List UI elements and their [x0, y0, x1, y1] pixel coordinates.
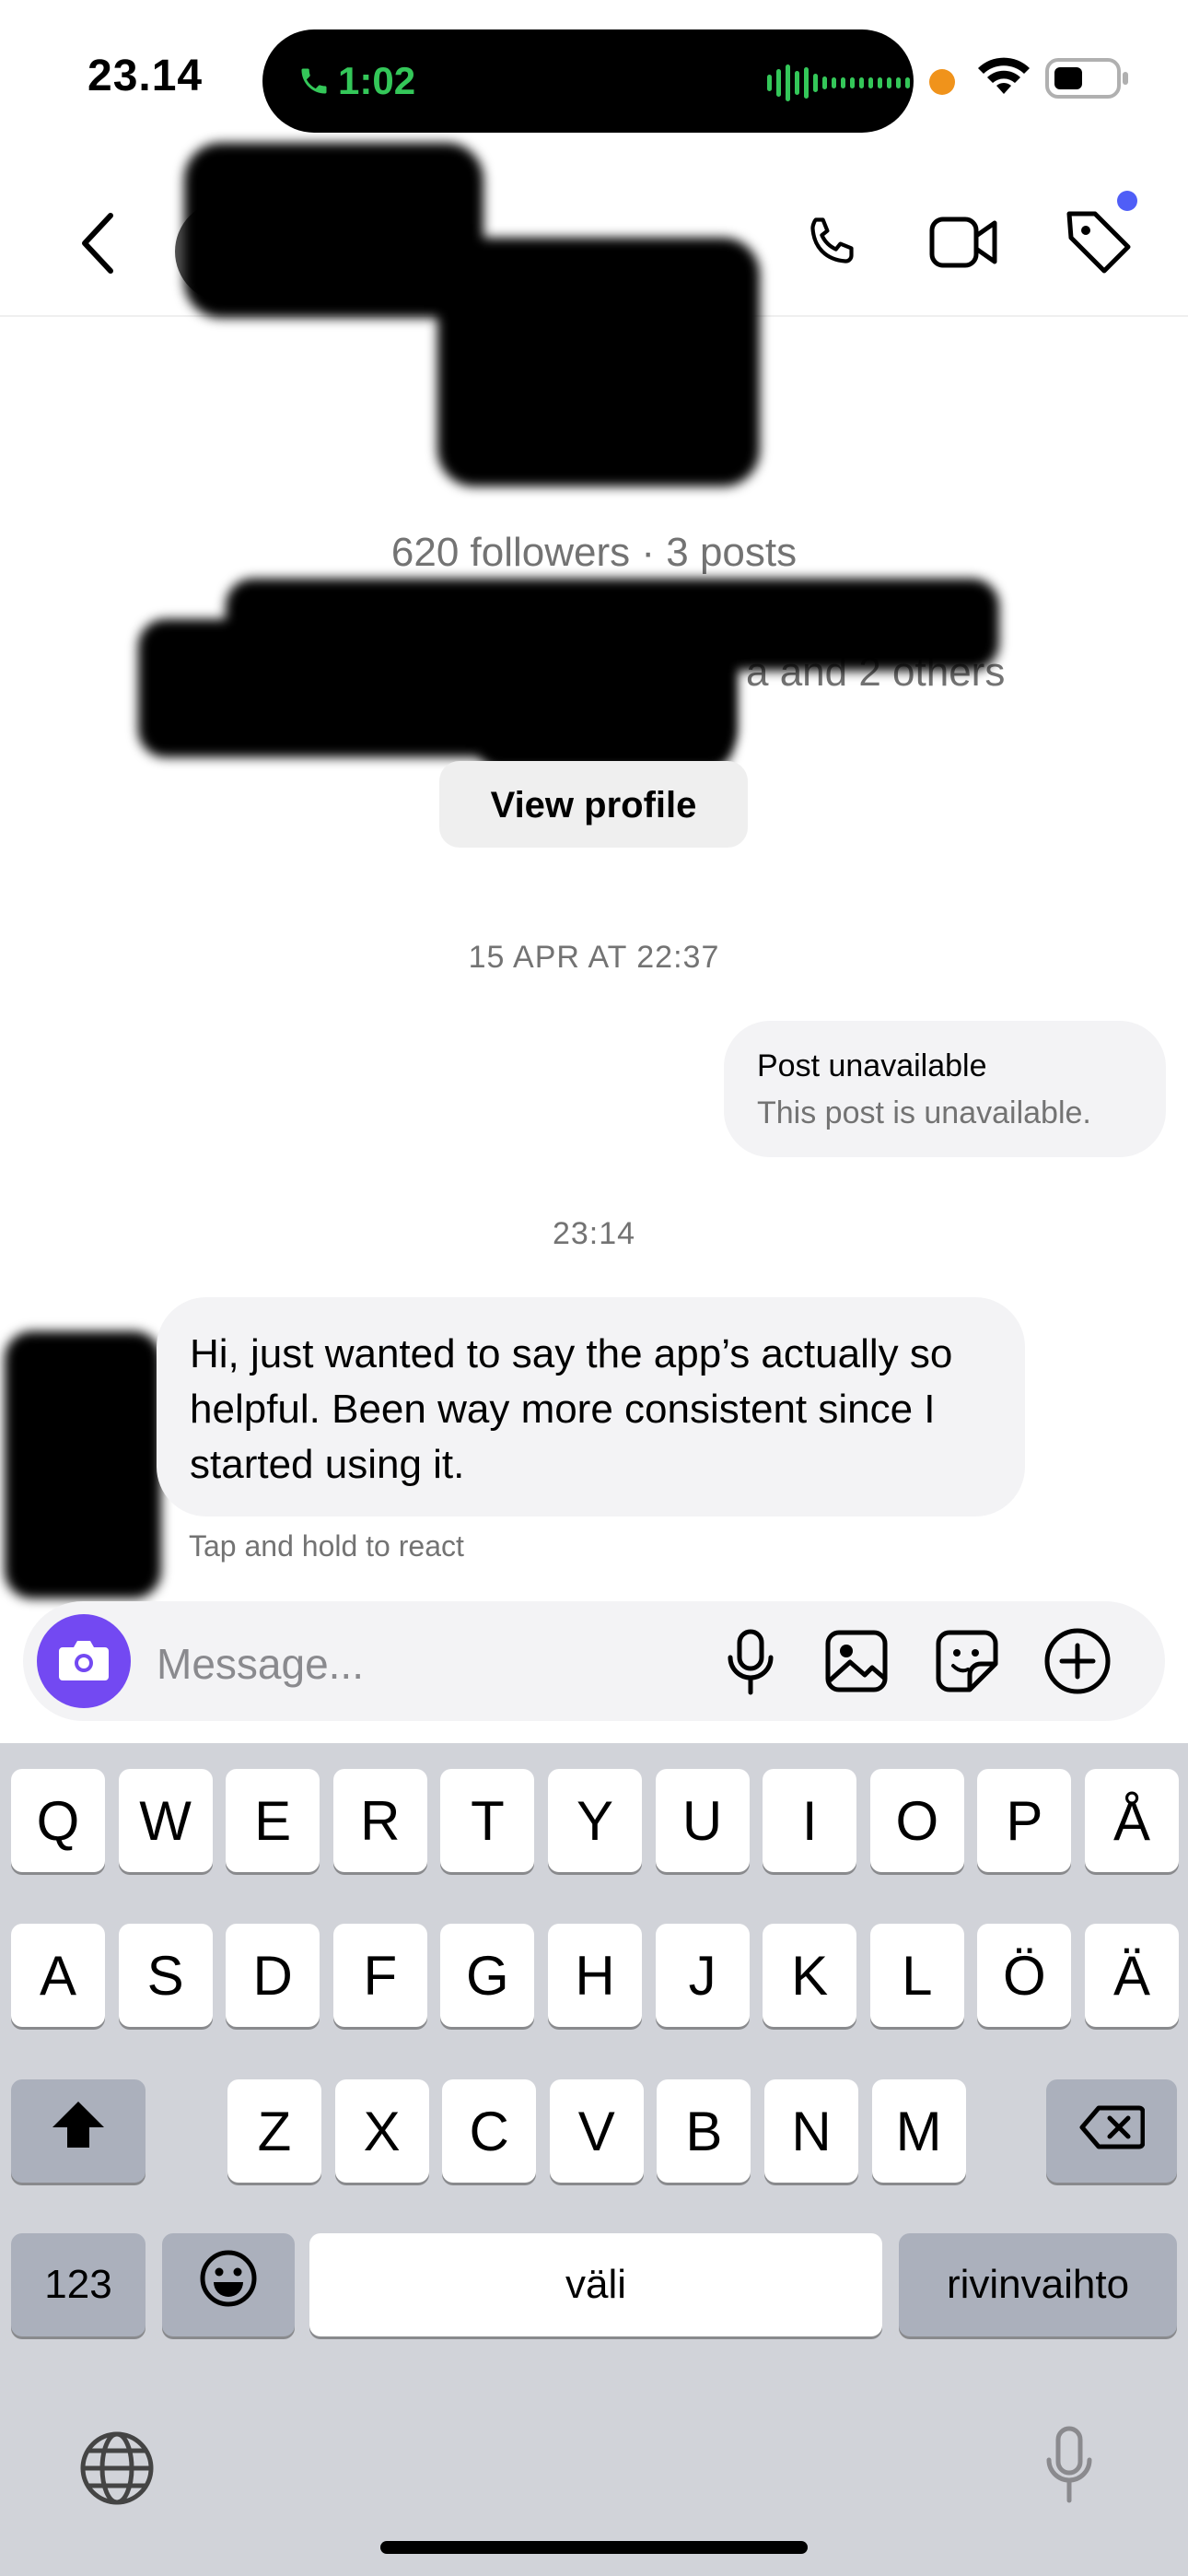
camera-button[interactable]	[37, 1614, 131, 1708]
message-timestamp: 23:14	[552, 1216, 636, 1251]
backspace-icon	[1078, 2100, 1146, 2163]
message-timestamp: 15 APR AT 22:37	[468, 940, 720, 975]
key-x[interactable]: X	[334, 2079, 429, 2183]
shift-arrow-icon	[49, 2098, 108, 2164]
return-key[interactable]: rivinvaihto	[899, 2233, 1177, 2336]
key-j[interactable]: J	[655, 1924, 750, 2027]
key-w[interactable]: W	[118, 1769, 213, 1872]
add-plus-icon[interactable]	[1043, 1627, 1112, 1700]
view-profile-button[interactable]: View profile	[439, 761, 748, 848]
camera-icon	[57, 1636, 111, 1687]
backspace-key[interactable]	[1046, 2079, 1177, 2183]
dynamic-island-call[interactable]: 1:02	[262, 29, 914, 133]
notification-dot	[1117, 191, 1137, 211]
key-t[interactable]: T	[440, 1769, 535, 1872]
audio-call-icon[interactable]	[798, 210, 864, 281]
key-i[interactable]: I	[763, 1769, 857, 1872]
back-arrow-icon[interactable]	[76, 210, 122, 281]
sticker-icon[interactable]	[935, 1629, 999, 1698]
phone-call-icon	[297, 63, 331, 104]
key-ö[interactable]: Ö	[977, 1924, 1072, 2027]
key-r[interactable]: R	[332, 1769, 427, 1872]
key-y[interactable]: Y	[548, 1769, 642, 1872]
emoji-key[interactable]	[162, 2233, 295, 2336]
call-duration: 1:02	[338, 59, 416, 102]
emoji-icon	[199, 2249, 258, 2321]
key-e[interactable]: E	[226, 1769, 320, 1872]
key-p[interactable]: P	[977, 1769, 1072, 1872]
space-key[interactable]: väli	[309, 2233, 882, 2336]
home-indicator[interactable]	[380, 2541, 808, 2554]
key-a[interactable]: A	[11, 1924, 105, 2027]
message-input[interactable]	[155, 1631, 674, 1697]
key-c[interactable]: C	[442, 2079, 537, 2183]
wifi-icon	[978, 57, 1030, 102]
key-q[interactable]: Q	[11, 1769, 105, 1872]
key-n[interactable]: N	[764, 2079, 858, 2183]
key-h[interactable]: H	[548, 1924, 642, 2027]
key-v[interactable]: V	[549, 2079, 644, 2183]
key-g[interactable]: G	[440, 1924, 535, 2027]
key-ä[interactable]: Ä	[1085, 1924, 1179, 2027]
key-f[interactable]: F	[332, 1924, 427, 2027]
sent-post-bubble[interactable]: Post unavailable This post is unavailabl…	[724, 1021, 1166, 1157]
video-call-icon[interactable]	[928, 212, 998, 277]
redaction-mutual-names-2	[479, 645, 732, 769]
key-d[interactable]: D	[226, 1924, 320, 2027]
audio-waveform-icon	[767, 64, 910, 101]
key-u[interactable]: U	[655, 1769, 750, 1872]
dictation-microphone-icon[interactable]	[1043, 2425, 1095, 2509]
reaction-hint: Tap and hold to react	[189, 1529, 464, 1563]
gallery-image-icon[interactable]	[824, 1629, 889, 1698]
tag-label-icon[interactable]	[1064, 206, 1134, 281]
profile-followers-count: 620 followers · 3 posts	[390, 530, 798, 575]
post-unavailable-subtitle: This post is unavailable.	[757, 1095, 1091, 1130]
redaction-profile-avatar	[437, 238, 760, 486]
key-l[interactable]: L	[869, 1924, 964, 2027]
key-k[interactable]: K	[763, 1924, 857, 2027]
key-o[interactable]: O	[869, 1769, 964, 1872]
globe-icon[interactable]	[79, 2430, 155, 2511]
received-message-bubble[interactable]: Hi, just wanted to say the app’s actuall…	[157, 1297, 1025, 1516]
key-m[interactable]: M	[871, 2079, 966, 2183]
key-z[interactable]: Z	[227, 2079, 321, 2183]
shift-key[interactable]	[11, 2079, 146, 2183]
keyboard: QWERTYUIOPÅ ASDFGHJKLÖÄ ZXCVBNM 123 väli…	[0, 1743, 1188, 2576]
post-unavailable-title: Post unavailable	[757, 1048, 987, 1083]
key-å[interactable]: Å	[1085, 1769, 1179, 1872]
battery-icon	[1045, 57, 1130, 104]
status-time: 23.14	[87, 52, 204, 100]
key-b[interactable]: B	[657, 2079, 751, 2183]
numbers-key[interactable]: 123	[11, 2233, 146, 2336]
microphone-icon[interactable]	[723, 1628, 778, 1701]
microphone-in-use-indicator	[929, 69, 955, 95]
redaction-sender-avatar	[5, 1331, 161, 1598]
key-s[interactable]: S	[118, 1924, 213, 2027]
